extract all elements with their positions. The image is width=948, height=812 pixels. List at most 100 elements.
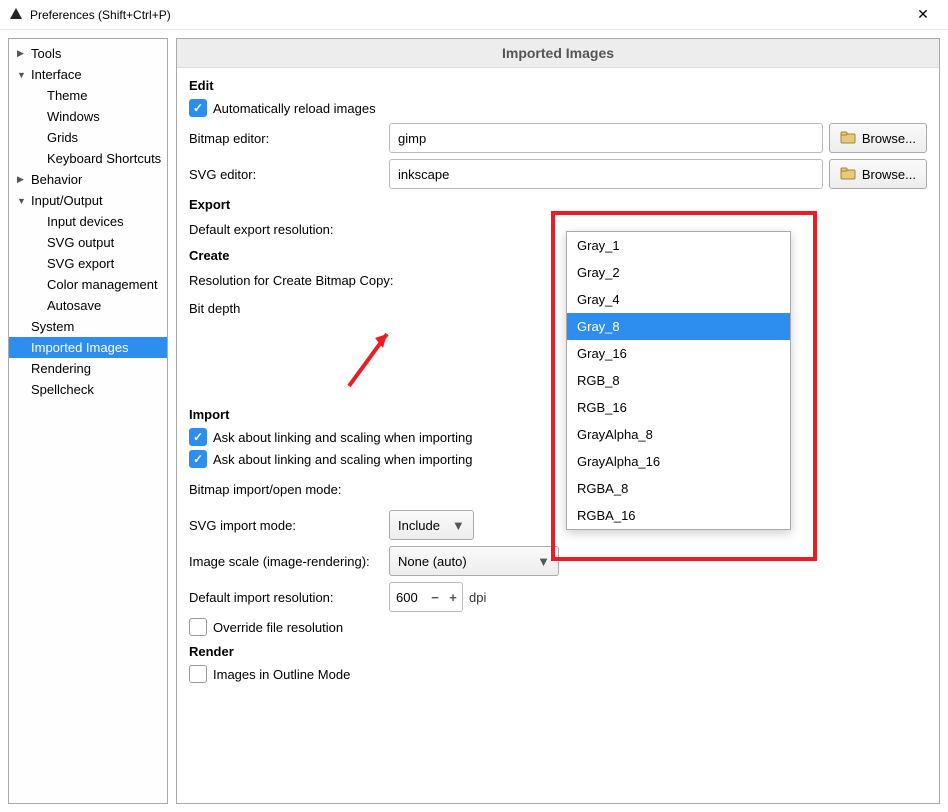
tree-item-label: SVG export bbox=[45, 256, 114, 271]
browse-icon bbox=[840, 130, 856, 146]
tree-item-grids[interactable]: Grids bbox=[9, 127, 167, 148]
tree-item-label: Keyboard Shortcuts bbox=[45, 151, 161, 166]
bit-depth-label: Bit depth bbox=[189, 301, 389, 316]
checkbox-icon bbox=[189, 665, 207, 683]
override-file-res-label: Override file resolution bbox=[213, 620, 343, 635]
tree-item-autosave[interactable]: Autosave bbox=[9, 295, 167, 316]
tree-item-label: Spellcheck bbox=[29, 382, 94, 397]
window-title: Preferences (Shift+Ctrl+P) bbox=[30, 8, 906, 22]
section-create: Create bbox=[189, 248, 927, 263]
bitmap-editor-browse-button[interactable]: Browse... bbox=[829, 123, 927, 153]
bit-depth-option-gray_2[interactable]: Gray_2 bbox=[567, 259, 790, 286]
browse-label: Browse... bbox=[862, 131, 916, 146]
tree-expand-icon: ▼ bbox=[17, 70, 29, 80]
bit-depth-option-rgb_16[interactable]: RGB_16 bbox=[567, 394, 790, 421]
tree-item-system[interactable]: System bbox=[9, 316, 167, 337]
tree-item-windows[interactable]: Windows bbox=[9, 106, 167, 127]
image-scale-combo[interactable]: None (auto) ▼ bbox=[389, 546, 559, 576]
svg-editor-label: SVG editor: bbox=[189, 167, 389, 182]
tree-item-label: Autosave bbox=[45, 298, 101, 313]
default-import-res-label: Default import resolution: bbox=[189, 590, 389, 605]
tree-item-tools[interactable]: ▶Tools bbox=[9, 43, 167, 64]
browse-icon bbox=[840, 166, 856, 182]
tree-item-label: Input/Output bbox=[29, 193, 103, 208]
tree-item-rendering[interactable]: Rendering bbox=[9, 358, 167, 379]
bit-depth-option-grayalpha_8[interactable]: GrayAlpha_8 bbox=[567, 421, 790, 448]
import-res-unit: dpi bbox=[469, 590, 486, 605]
svg-import-mode-label: SVG import mode: bbox=[189, 518, 389, 533]
tree-item-label: Color management bbox=[45, 277, 158, 292]
image-scale-value: None (auto) bbox=[398, 554, 467, 569]
tree-item-label: Interface bbox=[29, 67, 82, 82]
svg-editor-value: inkscape bbox=[398, 167, 449, 182]
svg-editor-browse-button[interactable]: Browse... bbox=[829, 159, 927, 189]
import-res-value: 600 bbox=[390, 590, 426, 605]
bit-depth-option-gray_1[interactable]: Gray_1 bbox=[567, 232, 790, 259]
tree-item-interface[interactable]: ▼Interface bbox=[9, 64, 167, 85]
bitmap-import-mode-label: Bitmap import/open mode: bbox=[189, 482, 389, 497]
tree-item-behavior[interactable]: ▶Behavior bbox=[9, 169, 167, 190]
tree-item-color-management[interactable]: Color management bbox=[9, 274, 167, 295]
tree-item-input-devices[interactable]: Input devices bbox=[9, 211, 167, 232]
ask-link-scale-1[interactable]: ✓ Ask about linking and scaling when imp… bbox=[189, 428, 927, 446]
svg-import-mode-combo[interactable]: Include ▼ bbox=[389, 510, 474, 540]
bit-depth-option-rgba_16[interactable]: RGBA_16 bbox=[567, 502, 790, 529]
bit-depth-option-gray_16[interactable]: Gray_16 bbox=[567, 340, 790, 367]
tree-item-label: Imported Images bbox=[29, 340, 129, 355]
tree-item-label: Input devices bbox=[45, 214, 124, 229]
bitmap-editor-input[interactable]: gimp bbox=[389, 123, 823, 153]
plus-button[interactable]: + bbox=[444, 590, 462, 605]
tree-expand-icon: ▶ bbox=[17, 174, 29, 185]
minus-button[interactable]: − bbox=[426, 590, 444, 605]
tree-item-input-output[interactable]: ▼Input/Output bbox=[9, 190, 167, 211]
tree-item-label: SVG output bbox=[45, 235, 114, 250]
tree-item-theme[interactable]: Theme bbox=[9, 85, 167, 106]
svg-import-mode-value: Include bbox=[398, 518, 440, 533]
bit-depth-option-gray_4[interactable]: Gray_4 bbox=[567, 286, 790, 313]
close-button[interactable]: ✕ bbox=[906, 0, 940, 30]
ask-link-scale-2[interactable]: ✓ Ask about linking and scaling when imp… bbox=[189, 450, 927, 468]
tree-item-label: Windows bbox=[45, 109, 100, 124]
tree-item-svg-export[interactable]: SVG export bbox=[9, 253, 167, 274]
section-import: Import bbox=[189, 407, 927, 422]
images-outline-label: Images in Outline Mode bbox=[213, 667, 350, 682]
page-title: Imported Images bbox=[177, 39, 939, 68]
checkbox-icon: ✓ bbox=[189, 99, 207, 117]
tree-item-svg-output[interactable]: SVG output bbox=[9, 232, 167, 253]
tree-item-label: Theme bbox=[45, 88, 87, 103]
bit-depth-dropdown[interactable]: Gray_1Gray_2Gray_4Gray_8Gray_16RGB_8RGB_… bbox=[566, 231, 791, 530]
preferences-page: Imported Images Edit ✓ Automatically rel… bbox=[176, 38, 940, 804]
app-icon bbox=[8, 7, 24, 23]
bit-depth-option-grayalpha_16[interactable]: GrayAlpha_16 bbox=[567, 448, 790, 475]
tree-item-label: Behavior bbox=[29, 172, 82, 187]
tree-item-imported-images[interactable]: Imported Images bbox=[9, 337, 167, 358]
tree-item-label: System bbox=[29, 319, 74, 334]
auto-reload-checkbox[interactable]: ✓ Automatically reload images bbox=[189, 99, 927, 117]
bit-depth-option-rgba_8[interactable]: RGBA_8 bbox=[567, 475, 790, 502]
section-render: Render bbox=[189, 644, 927, 659]
bitmap-editor-label: Bitmap editor: bbox=[189, 131, 389, 146]
override-file-res[interactable]: Override file resolution bbox=[189, 618, 927, 636]
import-res-spin[interactable]: 600 − + bbox=[389, 582, 463, 612]
ask-link-scale-1-label: Ask about linking and scaling when impor… bbox=[213, 430, 472, 445]
section-edit: Edit bbox=[189, 78, 927, 93]
svg-editor-input[interactable]: inkscape bbox=[389, 159, 823, 189]
preferences-tree[interactable]: ▶Tools▼InterfaceThemeWindowsGridsKeyboar… bbox=[8, 38, 168, 804]
title-bar: Preferences (Shift+Ctrl+P) ✕ bbox=[0, 0, 948, 30]
tree-expand-icon: ▶ bbox=[17, 48, 29, 59]
bit-depth-option-rgb_8[interactable]: RGB_8 bbox=[567, 367, 790, 394]
tree-item-spellcheck[interactable]: Spellcheck bbox=[9, 379, 167, 400]
checkbox-icon: ✓ bbox=[189, 450, 207, 468]
images-outline-mode[interactable]: Images in Outline Mode bbox=[189, 665, 927, 683]
tree-item-keyboard-shortcuts[interactable]: Keyboard Shortcuts bbox=[9, 148, 167, 169]
tree-item-label: Rendering bbox=[29, 361, 91, 376]
image-scale-label: Image scale (image-rendering): bbox=[189, 554, 389, 569]
bit-depth-option-gray_8[interactable]: Gray_8 bbox=[567, 313, 790, 340]
bitmap-editor-value: gimp bbox=[398, 131, 426, 146]
checkbox-icon: ✓ bbox=[189, 428, 207, 446]
chevron-down-icon: ▼ bbox=[452, 518, 465, 533]
tree-item-label: Grids bbox=[45, 130, 78, 145]
default-export-res-label: Default export resolution: bbox=[189, 222, 389, 237]
checkbox-icon bbox=[189, 618, 207, 636]
browse-label: Browse... bbox=[862, 167, 916, 182]
